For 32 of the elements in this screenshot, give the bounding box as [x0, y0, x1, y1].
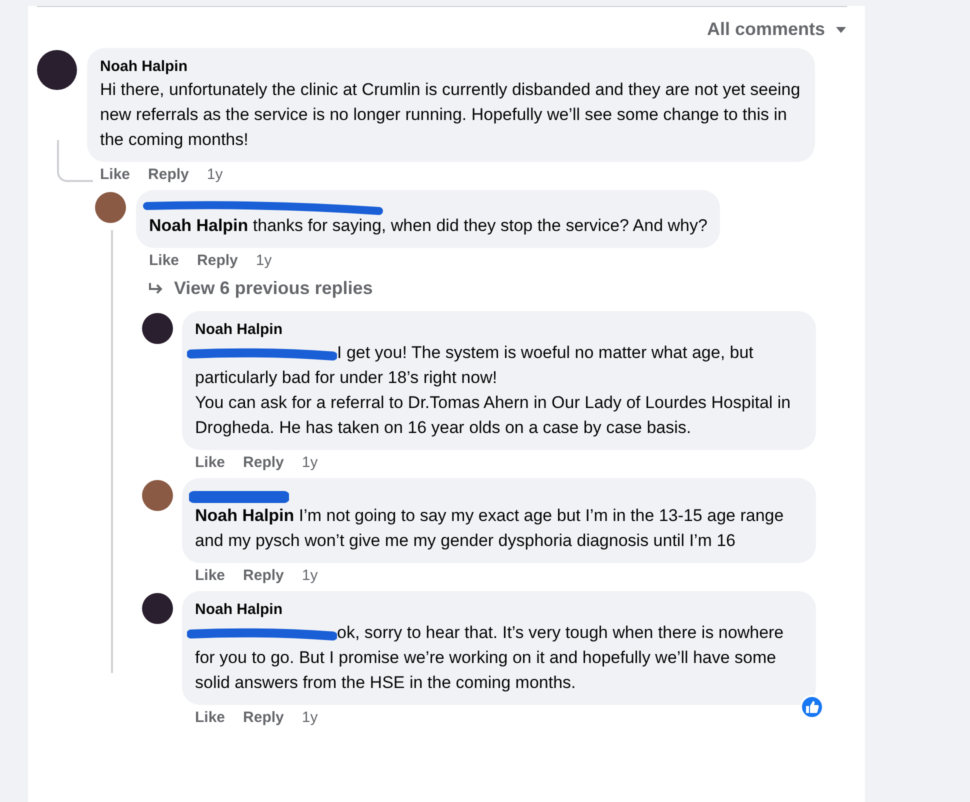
thread-connector-line: [57, 140, 93, 182]
comment-action-link[interactable]: Reply: [243, 454, 284, 472]
author-name[interactable]: Noah Halpin: [100, 57, 802, 77]
avatar[interactable]: [37, 50, 77, 90]
caret-icon: [835, 26, 847, 34]
comment-action-link[interactable]: Reply: [148, 166, 189, 184]
comment-action-link[interactable]: Like: [149, 252, 180, 270]
avatar[interactable]: [142, 313, 173, 344]
comment-time[interactable]: 1y: [302, 567, 318, 585]
sort-dropdown[interactable]: All comments: [706, 19, 847, 40]
comment-action-link[interactable]: Reply: [197, 252, 238, 270]
like-reaction-icon[interactable]: [800, 695, 824, 719]
comment-time[interactable]: 1y: [302, 454, 318, 472]
comment-text: I get you! The system is woeful no matter what age, but particularly bad for under 18’s right now! You can ask for a referral to Dr.Tomas Ahern in Our Lady of Lourdes Hospital in Drogheda. He has taken on 16 year olds on a case by case basis.: [195, 340, 803, 440]
author-name[interactable]: Noah Halpin: [195, 320, 803, 340]
comment-time[interactable]: 1y: [302, 709, 318, 727]
comment-text: Noah Halpin I’m not going to say my exact age but I’m in the 13-15 age range and my pysch won’t give me my gender dysphoria diagnosis until I’m 16: [195, 505, 785, 552]
comment-time[interactable]: 1y: [206, 166, 223, 184]
reply-arrow-icon: [148, 282, 164, 296]
view-replies-link[interactable]: View 6 previous replies: [142, 276, 847, 311]
avatar[interactable]: [142, 593, 173, 624]
comment-action-link[interactable]: Like: [100, 166, 130, 184]
author-name[interactable]: Noah Halpin: [195, 600, 803, 620]
comment-action-link[interactable]: Like: [195, 454, 226, 472]
comment-text: Hi there, unfortunately the clinic at Crumlin is currently disbanded and they are not yet seeing new referrals as the service is no longer running. Hopefully we’ll see some change to this in the coming months!: [100, 79, 802, 151]
comment-action-link[interactable]: Like: [195, 567, 226, 585]
comment-action-link[interactable]: Reply: [243, 709, 284, 727]
comment-action-link[interactable]: Reply: [243, 567, 284, 585]
comment-action-link[interactable]: Like: [195, 709, 226, 727]
comment-time[interactable]: 1y: [256, 252, 272, 270]
comment-text: ok, sorry to hear that. It’s very tough when there is nowhere for you to go. But I promise we’re working on it and hopefully we’ll have some solid answers from the HSE in the coming months.: [195, 620, 803, 695]
comment-text: Noah Halpin thanks for saying, when did they stop the service? And why?: [149, 215, 708, 237]
